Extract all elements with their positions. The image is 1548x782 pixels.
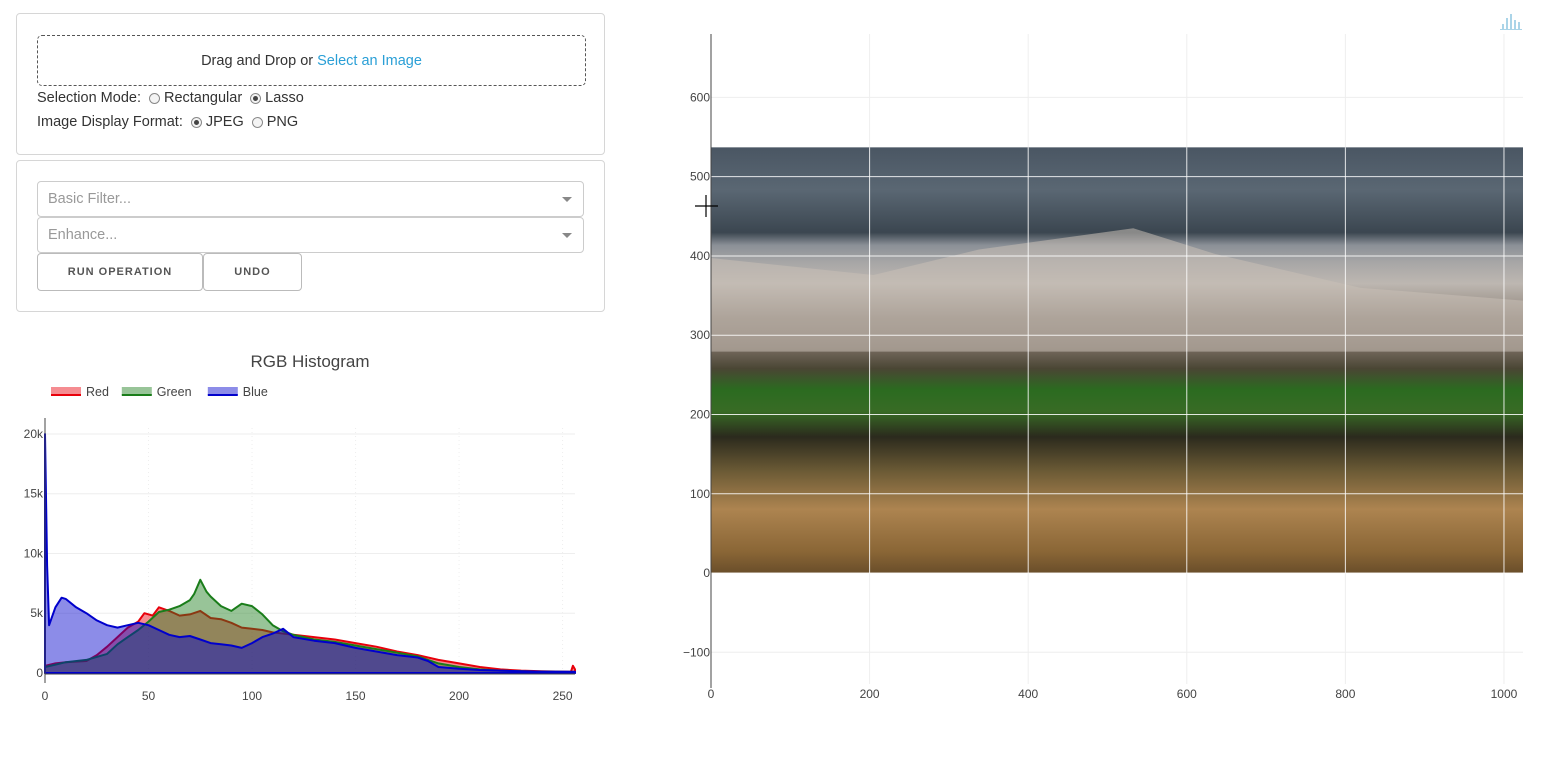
enhance-dropdown[interactable]: Enhance... xyxy=(37,217,584,253)
x-tick-label: 250 xyxy=(553,689,573,703)
image-dropzone[interactable]: Drag and Drop or Select an Image xyxy=(37,35,586,86)
x-tick-label: 400 xyxy=(1018,687,1038,701)
x-tick-label: 200 xyxy=(449,689,469,703)
basic-filter-dropdown[interactable]: Basic Filter... xyxy=(37,181,584,217)
legend-item-green[interactable]: Green xyxy=(121,385,192,399)
landscape-image[interactable] xyxy=(711,147,1523,574)
legend-item-blue[interactable]: Blue xyxy=(207,385,268,399)
radio-lasso-label[interactable]: Lasso xyxy=(265,90,304,106)
x-tick-label: 150 xyxy=(346,689,366,703)
y-tick-label: 20k xyxy=(24,427,44,441)
y-tick-label: 10k xyxy=(24,546,44,560)
x-tick-label: 0 xyxy=(708,687,715,701)
radio-png-label[interactable]: PNG xyxy=(267,114,298,130)
radio-png[interactable] xyxy=(251,116,263,128)
y-tick-label: 500 xyxy=(690,170,710,184)
chevron-down-icon xyxy=(562,197,572,202)
chevron-down-icon xyxy=(562,233,572,238)
display-format-label: Image Display Format: xyxy=(37,114,183,130)
x-tick-label: 200 xyxy=(860,687,880,701)
legend-label: Red xyxy=(86,385,109,399)
y-tick-label: 0 xyxy=(36,666,43,680)
dropzone-text: Drag and Drop or xyxy=(201,52,314,69)
x-tick-label: 0 xyxy=(42,689,49,703)
y-tick-label: 400 xyxy=(690,249,710,263)
display-format-group: Image Display Format: JPEG PNG xyxy=(37,114,298,130)
modebar-logo-icon[interactable] xyxy=(1500,14,1522,30)
image-layer[interactable] xyxy=(710,147,1523,574)
rgb-histogram[interactable]: RGB Histogram Red Green Blue 0 5k 10k 15k 20k 0… xyxy=(0,340,620,720)
x-tick-label: 800 xyxy=(1335,687,1355,701)
y-tick-label: 15k xyxy=(24,487,44,501)
radio-lasso[interactable] xyxy=(250,92,262,104)
select-image-link[interactable]: Select an Image xyxy=(317,53,422,69)
y-tick-label: 0 xyxy=(703,566,710,580)
legend-label: Green xyxy=(157,385,192,399)
x-tick-label: 50 xyxy=(142,689,156,703)
histogram-legend[interactable]: Red Green Blue xyxy=(51,385,268,399)
radio-jpeg[interactable] xyxy=(190,116,202,128)
legend-label: Blue xyxy=(243,385,268,399)
basic-filter-placeholder: Basic Filter... xyxy=(48,191,131,207)
radio-rectangular[interactable] xyxy=(148,92,160,104)
upload-panel: Drag and Drop or Select an Image Selecti… xyxy=(16,13,605,155)
operations-panel: Basic Filter... Enhance... RUN OPERATION… xyxy=(16,160,605,312)
image-graph-svg[interactable]: −100 0 100 200 300 400 500 600 0 200 400 600 800 1000 xyxy=(660,0,1548,720)
y-tick-label: 100 xyxy=(690,487,710,501)
y-tick-label: 5k xyxy=(30,606,44,620)
selection-mode-group: Selection Mode: Rectangular Lasso xyxy=(37,90,304,106)
x-tick-label: 1000 xyxy=(1491,687,1518,701)
y-tick-label: 600 xyxy=(690,90,710,104)
y-tick-label: 200 xyxy=(690,407,710,421)
radio-rectangular-label[interactable]: Rectangular xyxy=(164,90,242,106)
enhance-placeholder: Enhance... xyxy=(48,227,118,243)
image-graph[interactable]: −100 0 100 200 300 400 500 600 0 200 400 600 800 1000 xyxy=(660,0,1548,720)
x-tick-label: 600 xyxy=(1177,687,1197,701)
y-tick-label: −100 xyxy=(683,645,710,659)
undo-button[interactable]: UNDO xyxy=(203,253,302,291)
run-operation-button[interactable]: RUN OPERATION xyxy=(37,253,203,291)
histogram-title: RGB Histogram xyxy=(250,352,369,371)
selection-mode-label: Selection Mode: xyxy=(37,90,141,106)
legend-item-red[interactable]: Red xyxy=(51,385,109,399)
histogram-svg[interactable]: RGB Histogram Red Green Blue 0 5k 10k 15k 20k 0… xyxy=(0,340,620,720)
x-tick-label: 100 xyxy=(242,689,262,703)
y-tick-label: 300 xyxy=(690,328,710,342)
radio-jpeg-label[interactable]: JPEG xyxy=(206,114,244,130)
